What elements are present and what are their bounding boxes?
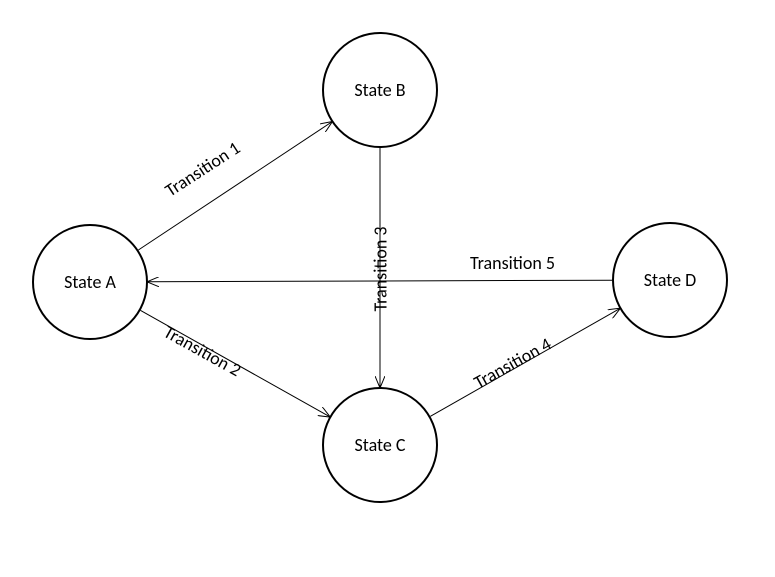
state-diagram: { "chart_data": { "type": "state-diagram… [0,0,775,577]
transition-3-label: Transition 3 [369,227,391,312]
state-a: State A [32,224,148,340]
transition-1-label: Transition 1 [161,137,244,202]
transition-2-label: Transition 2 [160,321,245,381]
state-c-label: State C [355,434,406,456]
state-b: State B [322,32,438,148]
state-b-label: State B [354,79,405,101]
transition-5-label: Transition 5 [470,252,555,274]
transition-4-label: Transition 4 [470,333,555,393]
state-c: State C [322,387,438,503]
state-a-label: State A [64,271,116,293]
state-d: State D [612,222,728,338]
state-d-label: State D [644,269,696,291]
